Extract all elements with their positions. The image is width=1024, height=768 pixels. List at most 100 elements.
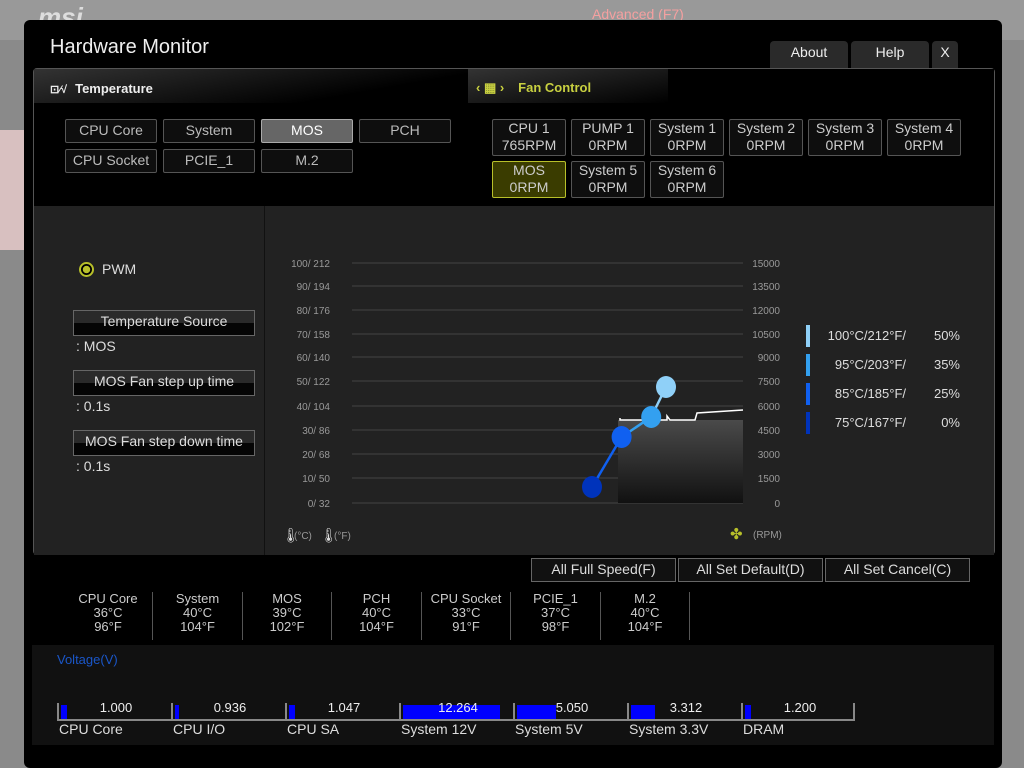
fan-button-system-5[interactable]: System 5 0RPM (571, 161, 645, 198)
fan-name: System 1 (657, 120, 717, 136)
all-set-cancel-button[interactable]: All Set Cancel(C) (825, 558, 970, 582)
voltage-label: System 12V (401, 721, 477, 737)
voltage-label: CPU Core (59, 721, 123, 737)
fan-button-system-1[interactable]: System 1 0RPM (650, 119, 724, 156)
legend-temp: 75°C/167°F/ (834, 415, 906, 430)
temp-source-m-2[interactable]: M.2 (261, 149, 353, 173)
fan-button-pump-1[interactable]: PUMP 1 0RPM (571, 119, 645, 156)
right-tick-label: 7500 (758, 377, 781, 388)
left-tick-label: 80/ 176 (297, 306, 331, 317)
voltage-value: 1.047 (327, 700, 361, 715)
right-tick-label: 10500 (752, 330, 780, 341)
fan-name: MOS (513, 162, 545, 178)
temp-source-mos[interactable]: MOS (261, 119, 353, 143)
temp-celsius: 40°C (630, 605, 660, 620)
legend-percent: 25% (933, 386, 960, 401)
voltage-value: 0.936 (213, 700, 247, 715)
pwm-radio[interactable]: PWM (79, 261, 136, 277)
fan-rpm: 0RPM (588, 137, 628, 153)
legend-temp: 85°C/185°F/ (834, 386, 906, 401)
curve-point[interactable] (641, 406, 662, 428)
temp-source-system[interactable]: System (163, 119, 255, 143)
temp-source-pcie-1[interactable]: PCIE_1 (163, 149, 255, 173)
fan-rpm: 0RPM (904, 137, 944, 153)
voltage-bar-system-12v: 12.264 (399, 700, 513, 721)
legend-temp: 95°C/203°F/ (834, 357, 906, 372)
temp-reading-pch: PCH 40°C 104°F (333, 592, 422, 640)
voltage-value: 3.312 (669, 700, 703, 715)
right-tick-label: 4500 (758, 426, 781, 437)
fan-chart-icon: ‹ ▦ › (476, 80, 505, 95)
voltage-value: 12.264 (438, 700, 478, 715)
fan-rpm: 765RPM (501, 137, 557, 153)
unit-celsius: (°C) (294, 531, 312, 542)
fan-curve-chart[interactable]: 100/ 212 1500090/ 194 1350080/ 176 1200070/… (270, 250, 790, 550)
curve-point[interactable] (582, 476, 602, 498)
fan-rpm: 0RPM (667, 137, 707, 153)
temp-celsius: 37°C (540, 605, 571, 620)
fan-button-cpu-1[interactable]: CPU 1 765RPM (492, 119, 566, 156)
fan-rpm: 0RPM (825, 137, 865, 153)
left-tick-label: 30/ 86 (302, 426, 330, 437)
pwm-label: PWM (102, 261, 137, 277)
fan-icon: ✤ (730, 526, 743, 543)
left-tick-label: 50/ 122 (297, 377, 331, 388)
fan-name: System 5 (578, 162, 638, 178)
right-tick-label: 12000 (752, 306, 780, 317)
right-tick-label: 0 (774, 499, 780, 510)
temp-celsius: 40°C (361, 605, 392, 620)
voltage-label: CPU I/O (173, 721, 226, 737)
temperature-icon: ⊡⁄√ (50, 84, 68, 96)
voltage-value: 1.000 (99, 700, 133, 715)
about-button[interactable]: About (770, 41, 848, 69)
temp-source-cpu-core[interactable]: CPU Core (65, 119, 157, 143)
fan-button-system-3[interactable]: System 3 0RPM (808, 119, 882, 156)
fan-name: System 4 (894, 120, 954, 136)
help-button[interactable]: Help (851, 41, 929, 69)
voltage-label: System 3.3V (629, 721, 709, 737)
step-down-time-value: : 0.1s (76, 458, 111, 474)
temp-reading-cpu-core: CPU Core 36°C 96°F (64, 592, 153, 640)
fan-button-system-2[interactable]: System 2 0RPM (729, 119, 803, 156)
close-button[interactable]: X (932, 41, 958, 69)
voltage-value: 1.200 (783, 700, 817, 715)
radio-selected-icon (79, 262, 94, 277)
left-tick-label: 10/ 50 (302, 474, 330, 485)
tab-label: Fan Control (518, 80, 592, 95)
temp-name: System (175, 591, 220, 606)
temp-reading-mos: MOS 39°C 102°F (243, 592, 332, 640)
left-tick-label: 60/ 140 (297, 353, 331, 364)
fan-button-system-6[interactable]: System 6 0RPM (650, 161, 724, 198)
temp-name: PCIE_1 (533, 591, 578, 606)
fan-rpm: 0RPM (667, 179, 707, 195)
legend-percent: 50% (933, 328, 960, 343)
temp-source-pch[interactable]: PCH (359, 119, 451, 143)
fan-button-system-4[interactable]: System 4 0RPM (887, 119, 961, 156)
temp-reading-system: System 40°C 104°F (154, 592, 243, 640)
voltage-bar-dram: 1.200 (741, 700, 855, 721)
temp-reading-pcie-1: PCIE_1 37°C 98°F (512, 592, 601, 640)
left-tick-label: 0/ 32 (308, 499, 331, 510)
all-full-speed-button[interactable]: All Full Speed(F) (531, 558, 676, 582)
step-up-time-button[interactable]: MOS Fan step up time (73, 370, 255, 396)
curve-point[interactable] (611, 426, 632, 448)
temp-source-cpu-socket[interactable]: CPU Socket (65, 149, 157, 173)
unit-rpm: (RPM) (753, 530, 782, 541)
current-rpm-area (618, 420, 743, 503)
legend-percent: 0% (941, 415, 960, 430)
temp-fahrenheit: 91°F (452, 619, 480, 634)
temp-fahrenheit: 96°F (94, 619, 122, 634)
curve-point[interactable] (656, 376, 676, 398)
right-tick-label: 6000 (758, 402, 781, 413)
tab-temperature[interactable]: ⊡⁄√ Temperature (50, 81, 153, 96)
temperature-source-button[interactable]: Temperature Source (73, 310, 255, 336)
right-tick-label: 1500 (758, 474, 781, 485)
left-tick-label: 20/ 68 (302, 450, 330, 461)
left-tick-label: 90/ 194 (297, 282, 331, 293)
all-set-default-button[interactable]: All Set Default(D) (678, 558, 823, 582)
voltage-bar-system-3-3v: 3.312 (627, 700, 741, 721)
fan-button-mos[interactable]: MOS 0RPM (492, 161, 566, 198)
tab-fan-control[interactable]: ‹ ▦ › Fan Control (468, 69, 668, 103)
step-down-time-button[interactable]: MOS Fan step down time (73, 430, 255, 456)
temp-name: PCH (362, 591, 391, 606)
